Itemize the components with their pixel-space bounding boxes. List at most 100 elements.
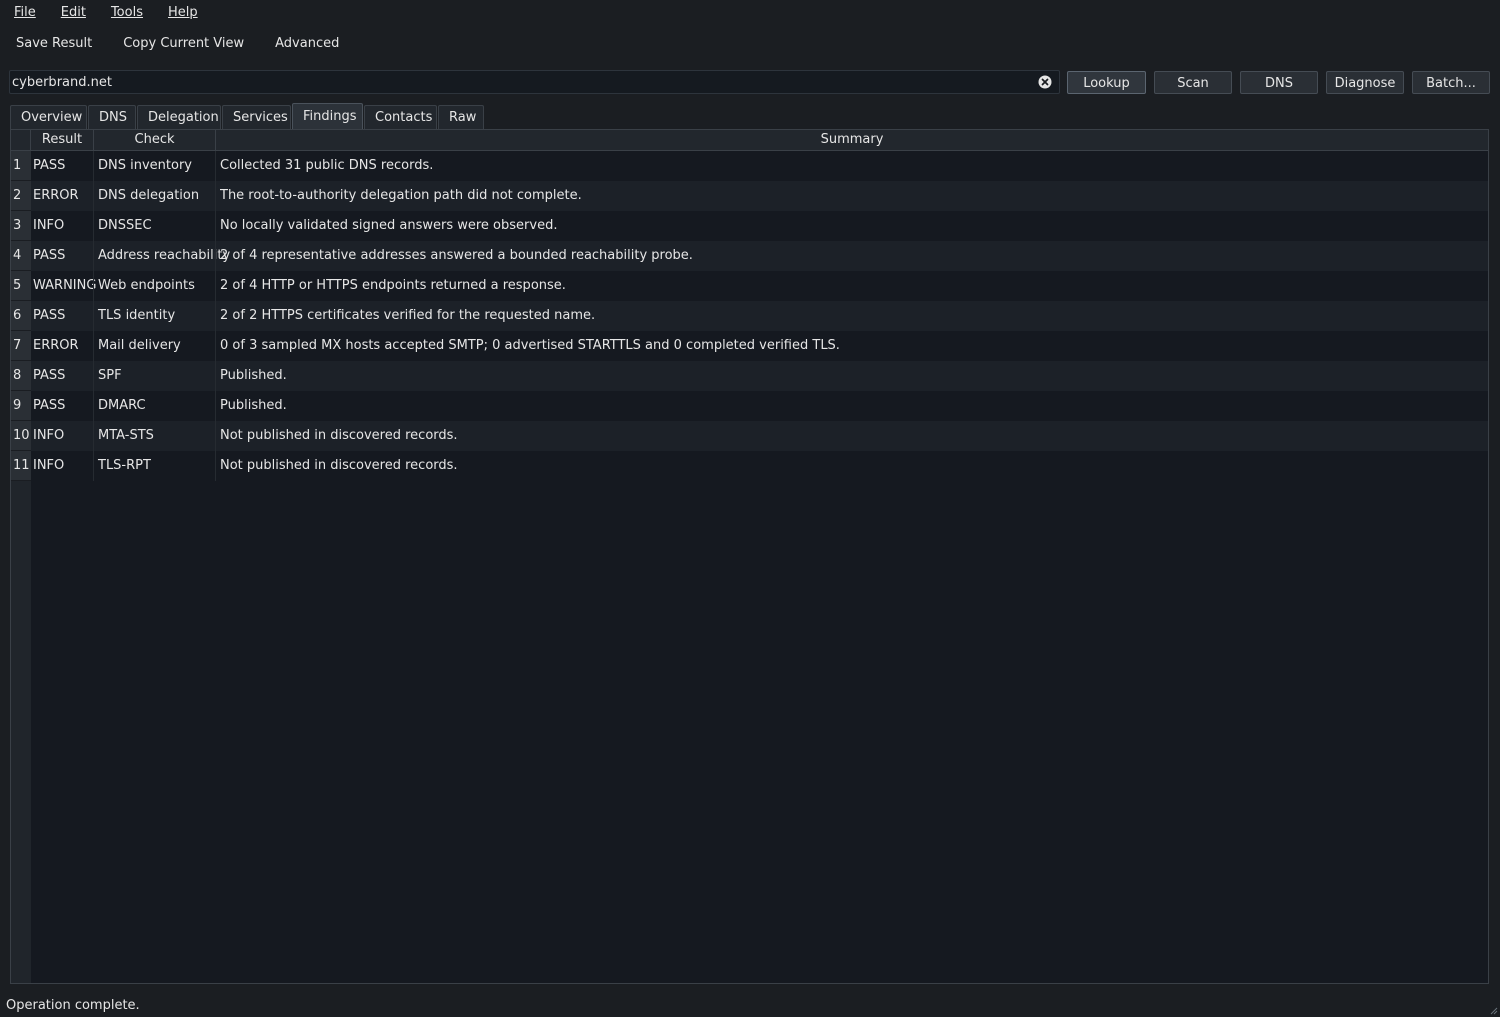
row-number[interactable]: 3 <box>11 211 31 241</box>
check-cell[interactable]: Mail delivery <box>98 331 216 361</box>
table-header: Result Check Summary <box>11 130 1488 151</box>
check-cell[interactable]: Web endpoints <box>98 271 216 301</box>
result-cell[interactable]: ERROR <box>33 181 93 211</box>
column-divider <box>93 211 94 241</box>
menu-file[interactable]: File <box>0 0 47 25</box>
column-header-check[interactable]: Check <box>94 130 216 150</box>
menu-edit[interactable]: Edit <box>47 0 97 25</box>
result-cell[interactable]: PASS <box>33 301 93 331</box>
dns-button[interactable]: DNS <box>1240 71 1318 94</box>
result-cell[interactable]: INFO <box>33 211 93 241</box>
row-number[interactable]: 8 <box>11 361 31 391</box>
table-corner[interactable] <box>11 130 31 150</box>
table-row[interactable]: 4 PASS Address reachability 2 of 4 represen… <box>11 241 1488 271</box>
tab-dns[interactable]: DNS <box>88 105 136 129</box>
row-number[interactable]: 4 <box>11 241 31 271</box>
check-cell[interactable]: DNS delegation <box>98 181 216 211</box>
result-cell[interactable]: INFO <box>33 451 93 481</box>
row-number[interactable]: 5 <box>11 271 31 301</box>
check-cell[interactable]: MTA-STS <box>98 421 216 451</box>
row-number[interactable]: 9 <box>11 391 31 421</box>
status-text: Operation complete. <box>6 998 140 1013</box>
row-number[interactable]: 2 <box>11 181 31 211</box>
summary-cell[interactable]: Collected 31 public DNS records. <box>220 151 1480 181</box>
summary-cell[interactable]: The root-to-authority delegation path di… <box>220 181 1480 211</box>
menu-help[interactable]: Help <box>154 0 209 25</box>
tab-raw[interactable]: Raw <box>438 105 484 129</box>
summary-cell[interactable]: 2 of 2 HTTPS certificates verified for t… <box>220 301 1480 331</box>
diagnose-button[interactable]: Diagnose <box>1326 71 1404 94</box>
summary-cell[interactable]: Published. <box>220 391 1480 421</box>
check-cell[interactable]: TLS-RPT <box>98 451 216 481</box>
summary-cell[interactable]: 2 of 4 representative addresses answered… <box>220 241 1480 271</box>
table-row[interactable]: 11 INFO TLS-RPT Not published in discovered… <box>11 451 1488 481</box>
copy-current-view-button[interactable]: Copy Current View <box>107 30 259 58</box>
column-header-summary[interactable]: Summary <box>216 130 1488 150</box>
save-result-button[interactable]: Save Result <box>0 30 107 58</box>
row-number[interactable]: 11 <box>11 451 31 481</box>
check-cell[interactable]: DNSSEC <box>98 211 216 241</box>
table-row[interactable]: 2 ERROR DNS delegation The root-to-authorit… <box>11 181 1488 211</box>
menu-tools[interactable]: Tools <box>97 0 154 25</box>
check-cell[interactable]: Address reachability <box>98 241 230 271</box>
result-cell[interactable]: ERROR <box>33 331 93 361</box>
check-cell[interactable]: SPF <box>98 361 216 391</box>
check-cell[interactable]: DNS inventory <box>98 151 216 181</box>
column-divider <box>215 391 216 421</box>
summary-cell[interactable]: No locally validated signed answers were… <box>220 211 1480 241</box>
tab-services[interactable]: Services <box>222 105 291 129</box>
scan-button[interactable]: Scan <box>1154 71 1232 94</box>
app-window: File Edit Tools Help Save Result Copy Cu… <box>0 0 1500 1017</box>
domain-input[interactable] <box>12 71 1012 93</box>
summary-cell[interactable]: Not published in discovered records. <box>220 451 1480 481</box>
column-divider <box>93 421 94 451</box>
table-row[interactable]: 10 INFO MTA-STS Not published in discovered… <box>11 421 1488 451</box>
column-divider <box>215 421 216 451</box>
result-cell[interactable]: PASS <box>33 361 93 391</box>
column-divider <box>215 331 216 361</box>
tab-overview[interactable]: Overview <box>10 105 87 129</box>
row-number[interactable]: 1 <box>11 151 31 181</box>
column-divider <box>93 241 94 271</box>
clear-icon[interactable] <box>1038 75 1052 89</box>
advanced-button[interactable]: Advanced <box>259 30 354 58</box>
table-row[interactable]: 3 INFO DNSSEC No locally validated signed a… <box>11 211 1488 241</box>
tab-bar: Overview DNS Delegation Services Finding… <box>10 103 485 129</box>
column-divider <box>93 181 94 211</box>
table-row[interactable]: 1 PASS DNS inventory Collected 31 public DN… <box>11 151 1488 181</box>
tab-delegation[interactable]: Delegation <box>137 105 221 129</box>
summary-cell[interactable]: 0 of 3 sampled MX hosts accepted SMTP; 0… <box>220 331 1480 361</box>
tab-contacts[interactable]: Contacts <box>364 105 437 129</box>
result-cell[interactable]: INFO <box>33 421 93 451</box>
column-divider <box>93 451 94 481</box>
table-row[interactable]: 6 PASS TLS identity 2 of 2 HTTPS certificat… <box>11 301 1488 331</box>
row-number[interactable]: 6 <box>11 301 31 331</box>
column-divider <box>215 301 216 331</box>
column-divider <box>215 151 216 181</box>
check-cell[interactable]: TLS identity <box>98 301 216 331</box>
table-row[interactable]: 8 PASS SPF Published. <box>11 361 1488 391</box>
check-cell[interactable]: DMARC <box>98 391 216 421</box>
row-number[interactable]: 7 <box>11 331 31 361</box>
summary-cell[interactable]: 2 of 4 HTTP or HTTPS endpoints returned … <box>220 271 1480 301</box>
result-cell[interactable]: WARNING <box>33 271 96 301</box>
batch-button[interactable]: Batch... <box>1412 71 1490 94</box>
column-header-result[interactable]: Result <box>31 130 94 150</box>
lookup-button[interactable]: Lookup <box>1067 71 1146 94</box>
summary-cell[interactable]: Not published in discovered records. <box>220 421 1480 451</box>
column-divider <box>215 241 216 271</box>
result-cell[interactable]: PASS <box>33 391 93 421</box>
column-divider <box>215 271 216 301</box>
result-cell[interactable]: PASS <box>33 151 93 181</box>
table-row[interactable]: 5 WARNING Web endpoints 2 of 4 HTTP or HTTP… <box>11 271 1488 301</box>
findings-table: Result Check Summary 1 PASS DNS inventory C… <box>10 129 1489 984</box>
column-divider <box>215 451 216 481</box>
table-row[interactable]: 7 ERROR Mail delivery 0 of 3 sampled MX hos… <box>11 331 1488 361</box>
table-row[interactable]: 9 PASS DMARC Published. <box>11 391 1488 421</box>
summary-cell[interactable]: Published. <box>220 361 1480 391</box>
tab-findings[interactable]: Findings <box>292 103 363 129</box>
row-number[interactable]: 10 <box>11 421 31 451</box>
column-divider <box>215 361 216 391</box>
resize-grip-icon[interactable] <box>1488 1005 1498 1015</box>
result-cell[interactable]: PASS <box>33 241 93 271</box>
